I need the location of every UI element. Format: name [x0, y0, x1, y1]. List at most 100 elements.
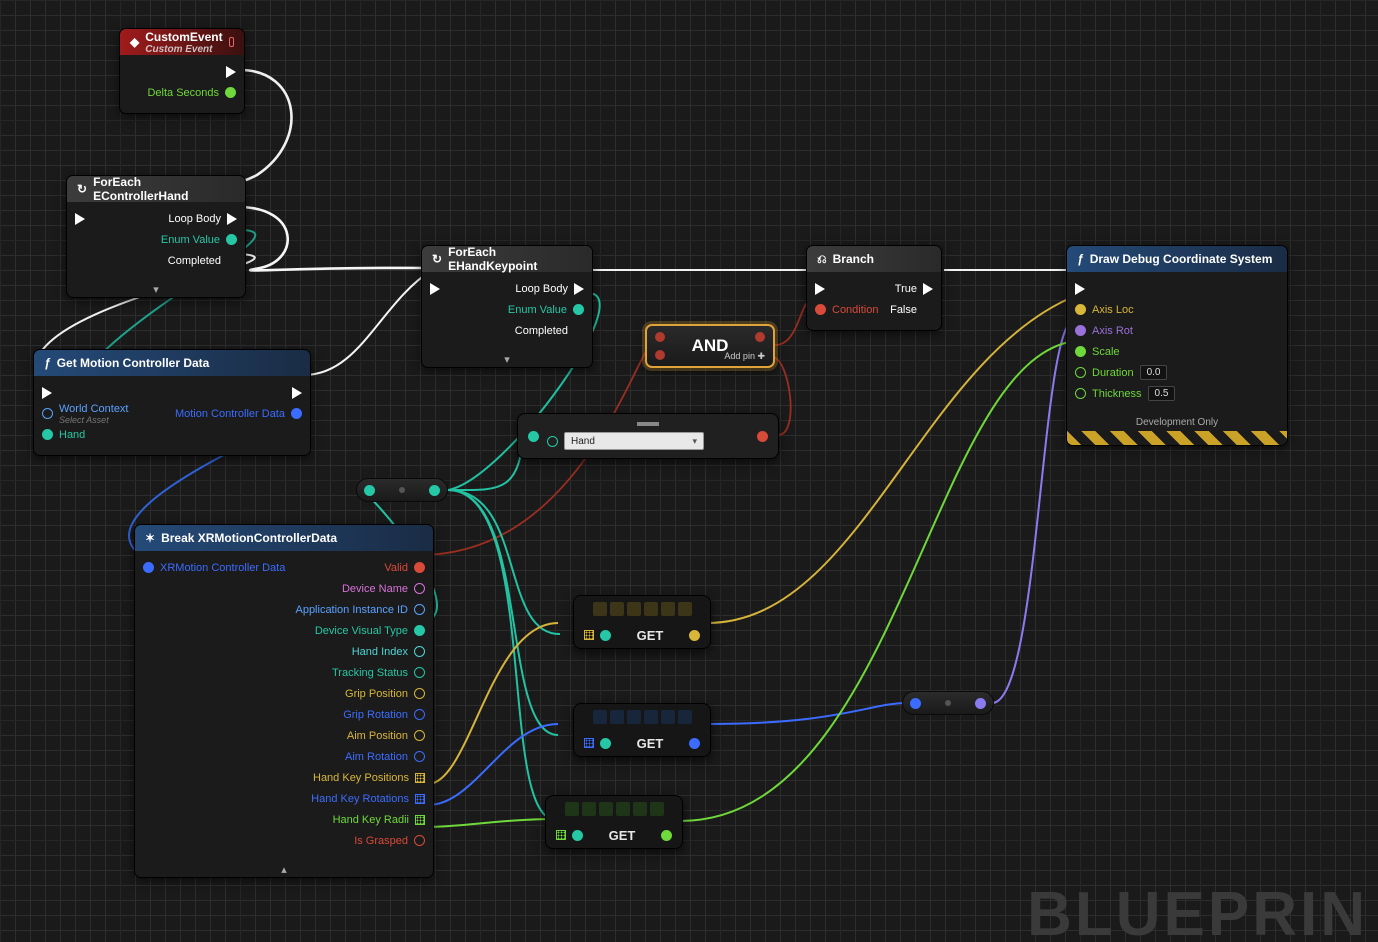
- aim-rotation-pin[interactable]: [414, 751, 425, 762]
- bool-output-pin[interactable]: [757, 431, 768, 442]
- true-pin[interactable]: [923, 283, 933, 295]
- device-visual-type-pin[interactable]: [414, 625, 425, 636]
- loop-icon: ↻: [432, 252, 442, 266]
- node-break-xr-motion-controller-data[interactable]: ✶Break XRMotionControllerData XRMotion C…: [134, 524, 434, 878]
- enum-value-pin[interactable]: [573, 304, 584, 315]
- node-title: Draw Debug Coordinate System: [1090, 252, 1273, 266]
- motion-controller-data-pin[interactable]: [291, 408, 302, 419]
- get-label: GET: [637, 736, 664, 751]
- branch-icon: ⎌: [817, 252, 827, 267]
- pin-label: Hand Index: [352, 646, 408, 658]
- is-grasped-pin[interactable]: [414, 835, 425, 846]
- exec-in-pin[interactable]: [75, 213, 85, 225]
- blueprint-watermark: BLUEPRIN: [1027, 879, 1368, 942]
- hazard-stripe: [1067, 431, 1287, 445]
- node-array-get-radii[interactable]: GET: [545, 795, 683, 849]
- duration-value[interactable]: 0.0: [1140, 365, 1168, 380]
- asset-hint: Select Asset: [59, 415, 129, 425]
- device-name-pin[interactable]: [414, 583, 425, 594]
- reroute-in-pin[interactable]: [910, 698, 921, 709]
- output-pin[interactable]: [661, 830, 672, 841]
- reroute-out-pin[interactable]: [429, 485, 440, 496]
- scale-pin[interactable]: [1075, 346, 1086, 357]
- completed-pin[interactable]: [574, 325, 584, 337]
- output-pin[interactable]: [689, 630, 700, 641]
- condition-pin[interactable]: [815, 304, 826, 315]
- and-input-pin[interactable]: [655, 332, 665, 342]
- axis-rot-pin[interactable]: [1075, 325, 1086, 336]
- pin-label: False: [890, 304, 917, 316]
- and-label: AND: [692, 336, 729, 356]
- array-input-pin[interactable]: [556, 830, 566, 840]
- app-instance-id-pin[interactable]: [414, 604, 425, 615]
- completed-pin[interactable]: [227, 255, 237, 267]
- pin-label: Is Grasped: [354, 835, 408, 847]
- thickness-pin[interactable]: [1075, 388, 1086, 399]
- valid-pin[interactable]: [414, 562, 425, 573]
- and-input-pin[interactable]: [655, 350, 665, 360]
- exec-in-pin[interactable]: [1075, 283, 1085, 295]
- index-pin[interactable]: [572, 830, 583, 841]
- output-pin[interactable]: [689, 738, 700, 749]
- node-foreach-hand[interactable]: ↻ForEach EControllerHand Loop Body Enum …: [66, 175, 246, 298]
- delta-seconds-pin[interactable]: [225, 87, 236, 98]
- false-pin[interactable]: [923, 304, 933, 316]
- exec-in-pin[interactable]: [430, 283, 440, 295]
- exec-out-pin[interactable]: [226, 66, 236, 78]
- get-label: GET: [609, 828, 636, 843]
- array-input-pin[interactable]: [584, 738, 594, 748]
- exec-in-pin[interactable]: [815, 283, 825, 295]
- node-branch[interactable]: ⎌Branch True Condition False: [806, 245, 942, 331]
- index-pin[interactable]: [600, 738, 611, 749]
- hand-pin[interactable]: [42, 429, 53, 440]
- thickness-value[interactable]: 0.5: [1148, 386, 1176, 401]
- loop-body-pin[interactable]: [574, 283, 584, 295]
- pin-label: Valid: [384, 562, 408, 574]
- node-get-motion-controller-data[interactable]: ƒGet Motion Controller Data World Contex…: [33, 349, 311, 456]
- expand-toggle[interactable]: ▾: [67, 281, 245, 297]
- exec-out-pin[interactable]: [292, 387, 302, 399]
- pin-label: Device Name: [342, 583, 408, 595]
- node-foreach-keypoint[interactable]: ↻ForEach EHandKeypoint Loop Body Enum Va…: [421, 245, 593, 368]
- struct-icon: ✶: [145, 531, 155, 545]
- reroute-node[interactable]: [356, 478, 448, 502]
- loop-body-pin[interactable]: [227, 213, 237, 225]
- index-pin[interactable]: [600, 630, 611, 641]
- and-output-pin[interactable]: [755, 332, 765, 342]
- grip-position-pin[interactable]: [414, 688, 425, 699]
- hand-key-radii-pin[interactable]: [415, 815, 425, 825]
- reroute-in-pin[interactable]: [364, 485, 375, 496]
- node-and[interactable]: AND Add pin ✚: [645, 324, 775, 368]
- pin-label: Hand Key Positions: [313, 772, 409, 784]
- node-array-get-positions[interactable]: GET: [573, 595, 711, 649]
- pin-label: Completed: [515, 325, 568, 337]
- pin-label: Hand Key Rotations: [311, 793, 409, 805]
- enum-dropdown[interactable]: Hand▾: [564, 432, 704, 450]
- add-pin-button[interactable]: Add pin ✚: [724, 351, 765, 362]
- tracking-status-pin[interactable]: [414, 667, 425, 678]
- hand-key-positions-pin[interactable]: [415, 773, 425, 783]
- axis-loc-pin[interactable]: [1075, 304, 1086, 315]
- expand-toggle[interactable]: ▾: [422, 351, 592, 367]
- array-input-pin[interactable]: [584, 630, 594, 640]
- hand-index-pin[interactable]: [414, 646, 425, 657]
- enum-input-a-pin[interactable]: [528, 431, 539, 442]
- exec-in-pin[interactable]: [42, 387, 52, 399]
- struct-input-pin[interactable]: [143, 562, 154, 573]
- node-title: ForEach EHandKeypoint: [448, 245, 582, 273]
- reroute-node[interactable]: [902, 691, 994, 715]
- enum-value-pin[interactable]: [226, 234, 237, 245]
- node-custom-event[interactable]: ◆ CustomEvent Custom Event Delta Seconds: [119, 28, 245, 114]
- collapse-toggle[interactable]: ▴: [135, 861, 433, 877]
- hand-key-rotations-pin[interactable]: [415, 794, 425, 804]
- node-draw-debug-coordinate-system[interactable]: ƒDraw Debug Coordinate System Axis Loc A…: [1066, 245, 1288, 446]
- exec-out-pin[interactable]: [1269, 283, 1279, 295]
- grip-rotation-pin[interactable]: [414, 709, 425, 720]
- enum-input-b-pin[interactable]: [547, 436, 558, 447]
- aim-position-pin[interactable]: [414, 730, 425, 741]
- node-array-get-rotations[interactable]: GET: [573, 703, 711, 757]
- reroute-out-pin[interactable]: [975, 698, 986, 709]
- node-enum-equal[interactable]: Hand▾: [517, 413, 779, 459]
- duration-pin[interactable]: [1075, 367, 1086, 378]
- world-context-pin[interactable]: [42, 408, 53, 419]
